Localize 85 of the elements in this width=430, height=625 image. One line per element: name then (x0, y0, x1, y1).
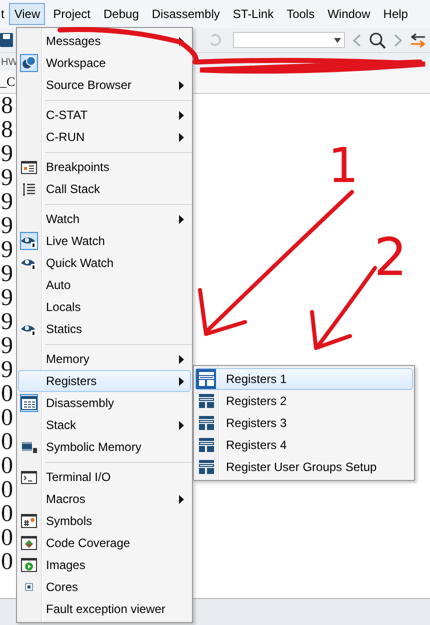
menu-item[interactable]: Memory (18, 348, 191, 370)
menu-item[interactable]: Registers (18, 370, 191, 392)
menu-item[interactable]: Terminal I/O (18, 466, 191, 488)
menu-item[interactable]: Macros (18, 488, 191, 510)
swap-arrows-icon[interactable] (410, 32, 426, 48)
register-window-icon (198, 394, 214, 408)
menu-item[interactable]: Statics (18, 318, 191, 340)
line-number: 9 (1, 214, 13, 238)
menu-item[interactable]: Registers 4 (195, 434, 413, 456)
menu-bar-item[interactable]: Debug (98, 3, 144, 25)
register-window-icon (198, 372, 214, 386)
menu-item[interactable]: Quick Watch (18, 252, 191, 274)
register-window-icon (198, 460, 214, 474)
menu-item[interactable]: Registers 1 (195, 368, 413, 390)
menu-item[interactable]: Workspace (18, 52, 191, 74)
terminal-icon (21, 470, 37, 484)
menu-item[interactable]: Registers 2 (195, 390, 413, 412)
menu-item[interactable]: C-STAT (18, 104, 191, 126)
menu-item[interactable]: Register User Groups Setup (195, 456, 413, 478)
menu-bar-item[interactable]: Window (322, 3, 376, 25)
line-number: 0 (1, 454, 13, 478)
line-number: 9 (1, 262, 13, 286)
menu-bar-item[interactable]: Project (48, 3, 96, 25)
chip-icon (21, 441, 37, 453)
menu-item[interactable]: Call Stack (18, 178, 191, 200)
redo-icon[interactable] (209, 33, 221, 47)
menu-item[interactable]: Code Coverage (18, 532, 191, 554)
coverage-window-icon (21, 536, 37, 550)
menu-item[interactable]: Symbolic Memory (18, 436, 191, 458)
line-number: 8 (1, 118, 13, 142)
menu-item[interactable]: Source Browser (18, 74, 191, 96)
forward-icon[interactable] (394, 34, 402, 46)
line-number: 9 (1, 190, 13, 214)
list-icon (22, 182, 36, 196)
annotation-label: 2 (374, 232, 408, 284)
menu-bar-item[interactable]: Tools (282, 3, 320, 25)
menu-item[interactable]: Watch (18, 208, 191, 230)
core-icon (25, 583, 33, 591)
save-icon[interactable] (0, 33, 13, 47)
menu-bar-item[interactable]: Disassembly (146, 3, 225, 25)
line-number: 0 (1, 430, 13, 454)
register-window-icon (198, 416, 214, 430)
line-number: 9 (1, 310, 13, 334)
menu-item[interactable]: Live Watch (18, 230, 191, 252)
play-window-icon (21, 558, 37, 572)
line-number: 0 (1, 478, 13, 502)
table-window-icon (21, 396, 37, 410)
menu-item[interactable]: Disassembly (18, 392, 191, 414)
menu-bar-item[interactable]: View (9, 3, 46, 25)
eye-icon (21, 256, 37, 270)
window-icon (21, 160, 37, 174)
line-number: 0 (1, 406, 13, 430)
line-number: 0 (1, 502, 13, 526)
menu-item[interactable]: Cores (18, 576, 191, 598)
line-number: 9 (1, 166, 13, 190)
dropdown-arrow-icon (334, 38, 341, 42)
register-window-icon (198, 438, 214, 452)
line-number: 0 (1, 382, 13, 406)
menu-item[interactable]: Symbols (18, 510, 191, 532)
line-number: 0 (1, 526, 13, 550)
menu-item[interactable]: Images (18, 554, 191, 576)
search-icon[interactable] (369, 32, 386, 48)
menu-item[interactable]: Auto (18, 274, 191, 296)
line-number: 9 (1, 286, 13, 310)
symbols-window-icon (21, 514, 37, 528)
combo-box-field[interactable] (233, 32, 345, 48)
line-number: 8 (1, 94, 13, 118)
menu-item[interactable]: Breakpoints (18, 156, 191, 178)
menu-item[interactable]: Stack (18, 414, 191, 436)
menu-bar-item[interactable]: t (0, 3, 10, 25)
eye-icon (21, 234, 37, 248)
line-number: 0 (1, 550, 13, 574)
line-number: 9 (1, 238, 13, 262)
menu-item[interactable]: C-RUN (18, 126, 191, 148)
menu-bar-item[interactable]: ST-Link (228, 3, 279, 25)
menu-item[interactable]: Registers 3 (195, 412, 413, 434)
editor-tab[interactable]: _C (0, 71, 16, 93)
menu-bar-item[interactable]: Help (378, 3, 413, 25)
eye-icon (21, 322, 37, 336)
line-number: 9 (1, 142, 13, 166)
annotation-label: 1 (328, 142, 359, 190)
menu-item[interactable]: Locals (18, 296, 191, 318)
line-number: 9 (1, 334, 13, 358)
line-number: 9 (1, 358, 13, 382)
back-icon[interactable] (353, 34, 361, 46)
